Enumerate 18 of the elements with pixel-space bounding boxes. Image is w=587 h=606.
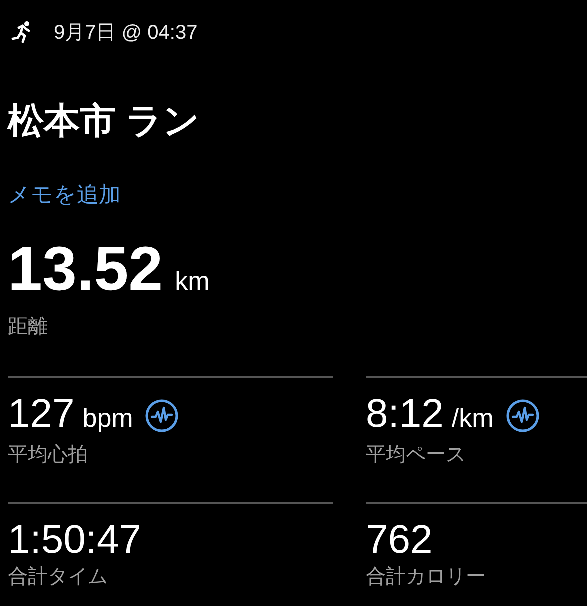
- add-note-link[interactable]: メモを追加: [8, 181, 121, 209]
- waveform-icon[interactable]: [506, 399, 540, 433]
- stat-value: 127: [8, 391, 75, 438]
- stat-unit: /km: [452, 402, 494, 435]
- stat-label: 合計カロリー: [366, 565, 487, 590]
- stat-label: 平均心拍: [8, 443, 89, 468]
- distance-unit: km: [175, 265, 210, 298]
- stat-unit: bpm: [82, 402, 134, 435]
- stat-value: 8:12: [366, 391, 444, 438]
- distance-label: 距離: [8, 315, 49, 340]
- stat-value: 1:50:47: [8, 517, 142, 564]
- workout-date: 9月7日 @ 04:37: [54, 20, 198, 46]
- stat-label: 平均ペース: [366, 443, 467, 468]
- workout-title: 松本市 ラン: [8, 99, 202, 143]
- distance-value: 13.52: [8, 237, 164, 303]
- stat-value: 762: [366, 517, 433, 564]
- waveform-icon[interactable]: [145, 399, 180, 433]
- stat-label: 合計タイム: [8, 565, 109, 590]
